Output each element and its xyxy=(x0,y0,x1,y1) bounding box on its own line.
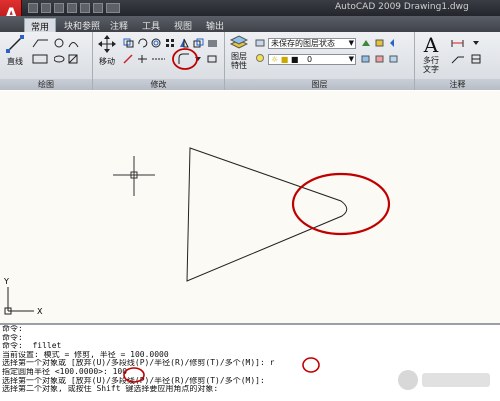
ellipse-icon[interactable] xyxy=(54,54,65,64)
rotate-icon[interactable] xyxy=(137,38,148,48)
hatch-icon[interactable] xyxy=(68,54,79,64)
dimension-dropdown-icon[interactable] xyxy=(471,38,482,48)
explode-icon[interactable] xyxy=(207,38,218,48)
ribbon: 直线 绘图 移动 修改 图层 特性 未保存的图层状态 ▼ ☼ ■ ■ 0 ▼ 图… xyxy=(0,32,500,90)
layer-off-icon[interactable] xyxy=(375,54,386,64)
circle-icon[interactable] xyxy=(54,38,65,48)
radius-value-highlight xyxy=(123,367,145,383)
multiline-text-label: 多行 文字 xyxy=(423,56,439,74)
layers-panel-title: 图层 xyxy=(225,79,414,90)
command-line[interactable]: 命令: 命令: 命令: fillet 当前设置: 模式 = 修剪, 半径 = 1… xyxy=(0,323,500,401)
dropdown-arrow-icon: ▼ xyxy=(348,39,354,47)
copy-icon[interactable] xyxy=(123,38,134,48)
watermark-logo xyxy=(398,370,490,390)
window-title: AutoCAD 2009 Drawing1.dwg xyxy=(335,2,469,12)
layer-tool-icon[interactable] xyxy=(361,38,372,48)
layer-freeze-icon[interactable] xyxy=(389,54,400,64)
polyline-icon[interactable] xyxy=(32,38,50,48)
tab-annotate[interactable]: 注释 xyxy=(104,18,134,32)
tab-tools[interactable]: 工具 xyxy=(136,18,166,32)
stretch-icon[interactable] xyxy=(123,54,134,64)
layer-state-dropdown[interactable]: 未保存的图层状态 ▼ xyxy=(268,38,356,49)
open-file-icon[interactable] xyxy=(41,3,51,13)
layer-properties-label: 图层 特性 xyxy=(231,52,247,70)
layer-properties-button[interactable]: 图层 特性 xyxy=(229,34,249,78)
multiline-text-button[interactable]: A 多行 文字 xyxy=(419,34,443,78)
ribbon-tab-bar: 常用 块和参照 注释 工具 视图 输出 xyxy=(0,16,500,33)
layer-previous-icon[interactable] xyxy=(389,38,400,48)
layer-lock-icon: ■ xyxy=(280,55,289,64)
layer-isolate-icon[interactable] xyxy=(361,54,372,64)
current-layer-name: 0 xyxy=(306,55,313,64)
radius-option-highlight xyxy=(302,357,320,373)
annotation-panel-title: 注释 xyxy=(415,79,500,90)
tab-home[interactable]: 常用 xyxy=(24,18,57,33)
layer-sun-icon: ☼ xyxy=(271,55,279,64)
rectangle-icon[interactable] xyxy=(32,54,50,64)
ucs-y-label: Y xyxy=(3,277,9,286)
trim-icon[interactable] xyxy=(137,54,148,64)
move-button-label: 移动 xyxy=(99,57,115,66)
line-icon xyxy=(6,35,24,53)
multileader-icon[interactable] xyxy=(451,54,465,64)
layer-properties-icon xyxy=(229,35,249,49)
annotation-panel: A 多行 文字 注释 xyxy=(415,32,500,90)
title-bar: AutoCAD 2009 Drawing1.dwg xyxy=(0,0,500,16)
fillet-corner-highlight xyxy=(291,172,391,236)
undo-icon[interactable] xyxy=(80,3,90,13)
line-button[interactable]: 直线 xyxy=(4,34,26,70)
text-icon: A xyxy=(423,33,439,57)
fillet-highlight-circle xyxy=(172,48,198,70)
draw-panel-title: 绘图 xyxy=(0,79,92,90)
print-icon[interactable] xyxy=(67,3,77,13)
layers-panel: 图层 特性 未保存的图层状态 ▼ ☼ ■ ■ 0 ▼ 图层 xyxy=(225,32,415,90)
ucs-x-label: X xyxy=(37,307,43,316)
crosshair-cursor-icon xyxy=(113,156,155,196)
new-file-icon[interactable] xyxy=(28,3,38,13)
modify-panel: 移动 修改 xyxy=(93,32,225,90)
layer-state-icon xyxy=(255,39,265,47)
layer-color-icon: ■ xyxy=(290,55,299,64)
dropdown-arrow-icon: ▼ xyxy=(348,55,354,63)
tab-output[interactable]: 输出 xyxy=(200,18,230,32)
move-button[interactable]: 移动 xyxy=(96,34,118,70)
layer-dropdown[interactable]: ☼ ■ ■ 0 ▼ xyxy=(268,54,356,65)
save-icon[interactable] xyxy=(54,3,64,13)
lightbulb-icon[interactable] xyxy=(255,54,266,64)
break-icon[interactable] xyxy=(207,54,218,64)
redo-icon[interactable] xyxy=(93,3,103,13)
offset-icon[interactable] xyxy=(151,38,162,48)
line-button-label: 直线 xyxy=(7,57,23,66)
arc-icon[interactable] xyxy=(68,38,79,48)
quick-access-dropdown-icon[interactable] xyxy=(106,3,120,13)
draw-panel: 直线 绘图 xyxy=(0,32,93,90)
modify-panel-title: 修改 xyxy=(93,79,224,90)
layer-match-icon[interactable] xyxy=(375,38,386,48)
table-icon[interactable] xyxy=(471,54,482,64)
drawing-area[interactable]: Y X xyxy=(0,91,500,323)
drawing-canvas[interactable]: Y X xyxy=(0,91,500,323)
extend-icon[interactable] xyxy=(151,54,167,64)
layer-state-value: 未保存的图层状态 xyxy=(271,39,335,48)
move-icon xyxy=(98,35,116,53)
tab-blocks-references[interactable]: 块和参照 xyxy=(58,18,106,32)
dimension-icon[interactable] xyxy=(451,38,465,48)
ucs-icon xyxy=(4,287,34,315)
filleted-triangle[interactable] xyxy=(186,147,348,282)
tab-view[interactable]: 视图 xyxy=(168,18,198,32)
